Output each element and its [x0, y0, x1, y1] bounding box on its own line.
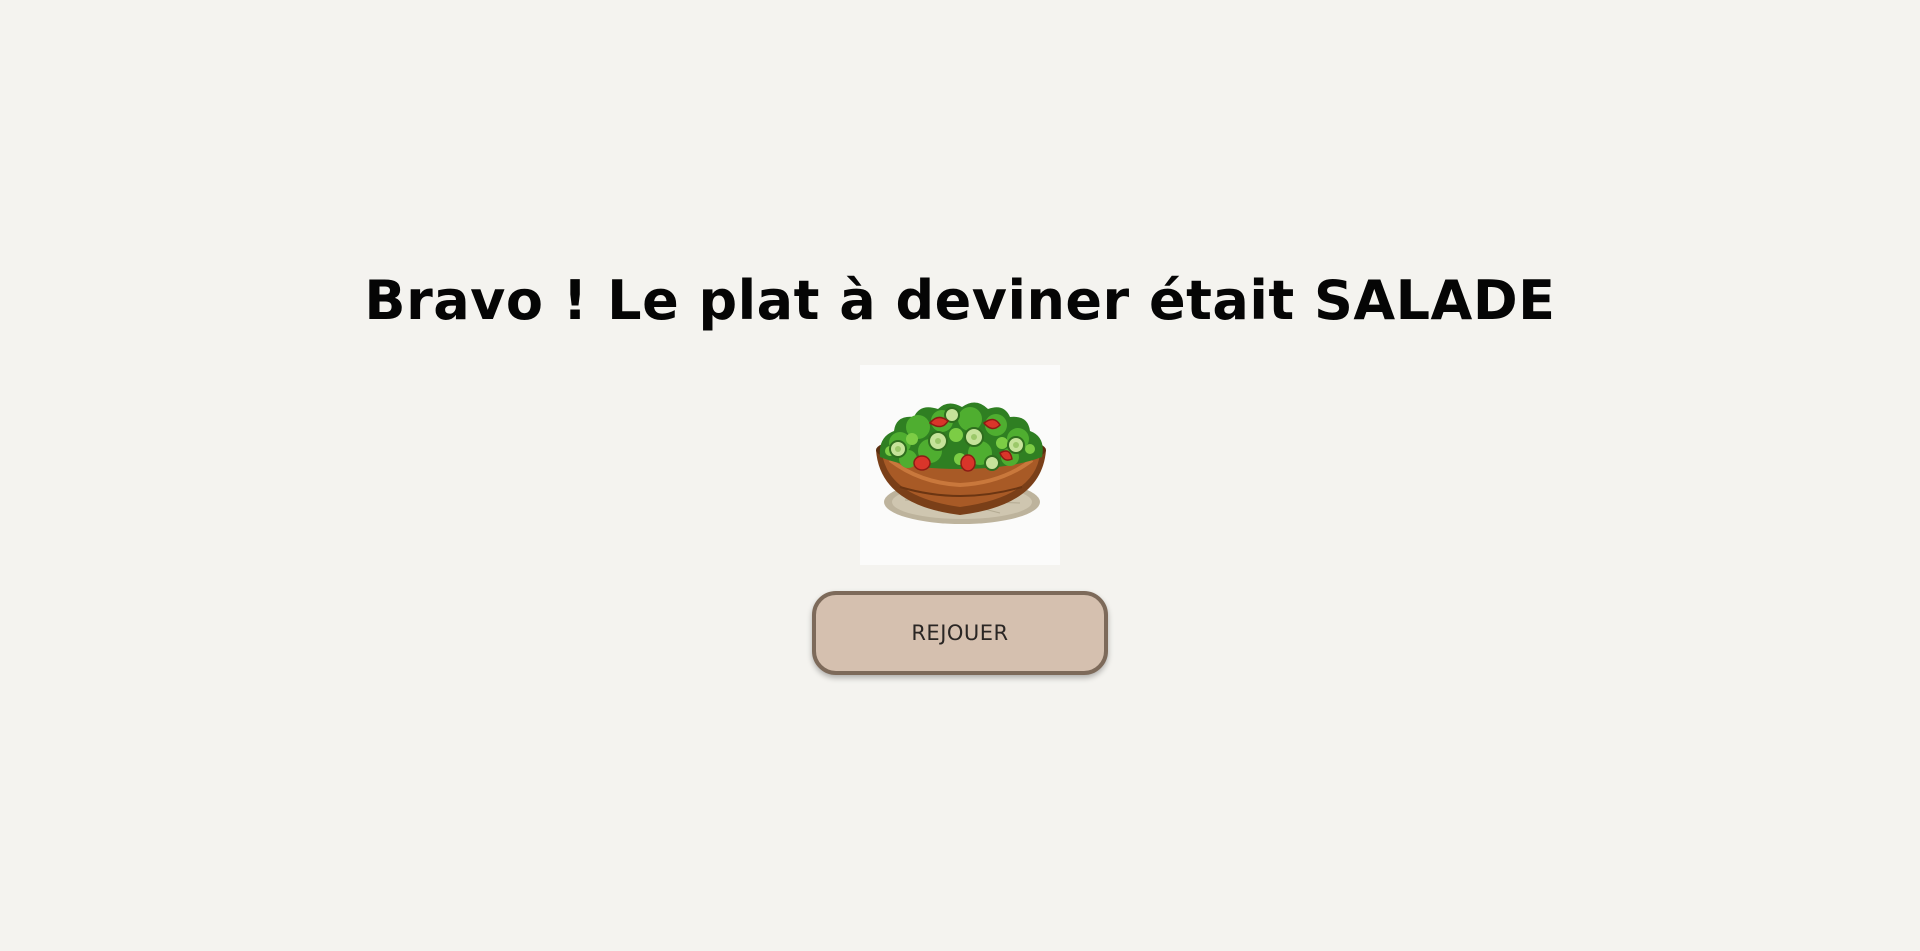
salad-icon — [876, 402, 1046, 524]
replay-button[interactable]: REJOUER — [812, 591, 1108, 675]
result-message: Bravo ! Le plat à deviner était SALADE — [364, 269, 1556, 332]
salad-bowl-image — [860, 365, 1060, 565]
game-over-screen: Bravo ! Le plat à deviner était SALADE R… — [0, 0, 1920, 951]
